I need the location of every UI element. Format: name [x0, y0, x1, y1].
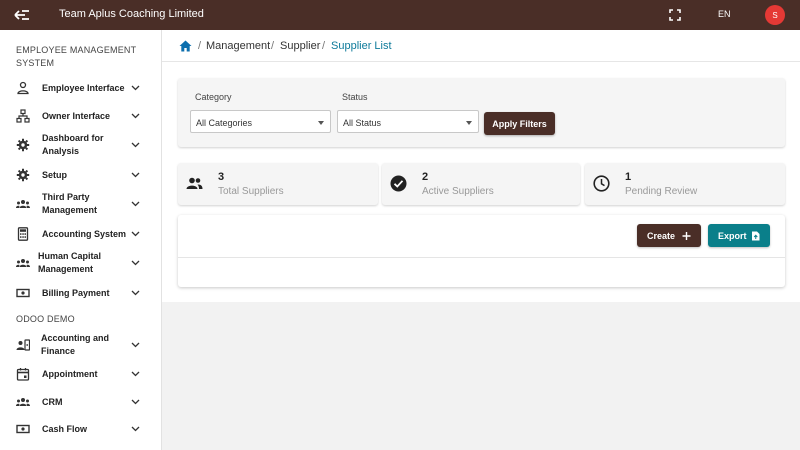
sidebar-item-cash-flow[interactable]: Cash Flow [0, 415, 161, 443]
category-select[interactable]: All Categories [190, 110, 331, 133]
apply-filters-button[interactable]: Apply Filters [484, 112, 555, 135]
cash-icon [16, 424, 30, 434]
breadcrumb: / Management / Supplier / Supplier List [162, 30, 800, 62]
avatar-initial: S [772, 10, 778, 20]
create-button-label: Create [647, 230, 676, 241]
export-button-label: Export [718, 230, 747, 241]
sidebar-item-label: Billing Payment [42, 288, 110, 298]
sidebar-item-label: Cash Flow [42, 424, 88, 434]
sidebar-item-label: Employee Interface [42, 83, 125, 93]
category-select-value: All Categories [196, 118, 253, 128]
dropdown-arrow-icon [466, 121, 472, 125]
group-icon [16, 398, 30, 406]
sidebar-item-label: Appointment [42, 369, 98, 379]
sidebar-item-accounting-system[interactable]: Accounting System [0, 220, 161, 248]
chevron-down-icon [131, 85, 140, 91]
filter-panel: Category All Categories Status All Statu… [178, 78, 785, 147]
status-select[interactable]: All Status [337, 110, 479, 133]
app-title: Team Aplus Coaching Limited [59, 8, 204, 20]
sidebar-item-crm[interactable]: CRM [0, 388, 161, 416]
breadcrumb-separator: / [271, 40, 275, 52]
sidebar-item-appointment[interactable]: Appointment [0, 360, 161, 388]
top-bar: Team Aplus Coaching Limited EN S [0, 0, 800, 30]
chevron-down-icon [131, 342, 140, 348]
sidebar-item-accounting-and-finance[interactable]: Accounting and Finance [0, 330, 161, 360]
back-menu-icon[interactable] [14, 8, 30, 22]
main-content: Category All Categories Status All Statu… [162, 62, 800, 302]
calculator-icon [17, 227, 29, 241]
sidebar-item-owner-interface[interactable]: Owner Interface [0, 102, 161, 130]
chevron-down-icon [131, 201, 140, 207]
chevron-down-icon [131, 371, 140, 377]
stat-value: 1 [625, 171, 632, 183]
group-icon [16, 200, 30, 208]
people-icon [186, 177, 203, 189]
sidebar-item-label: Third Party Management [42, 192, 98, 215]
stat-card-total-suppliers: 3 Total Suppliers [178, 163, 378, 205]
breadcrumb-separator: / [322, 40, 326, 52]
sidebar-item-label: Owner Interface [42, 111, 111, 121]
sidebar-item-label: Setup [42, 170, 68, 180]
sidebar-item-label: CRM [42, 397, 63, 407]
stat-card-active-suppliers: 2 Active Suppliers [382, 163, 580, 205]
calendar-icon [16, 368, 30, 381]
gear-icon [16, 138, 30, 152]
hierarchy-icon [16, 109, 30, 123]
stat-label: Pending Review [625, 186, 698, 197]
sidebar-item-setup[interactable]: Setup [0, 161, 161, 189]
stat-value: 2 [422, 171, 429, 183]
table-divider [178, 257, 785, 258]
sidebar-item-label: Accounting and Finance [41, 333, 109, 356]
sidebar-item-employee-interface[interactable]: Employee Interface [0, 74, 161, 102]
sidebar-item-third-party-management[interactable]: Third Party Management [0, 189, 161, 219]
home-icon[interactable] [179, 40, 192, 52]
sidebar-item-dashboard-for-analysis[interactable]: Dashboard for Analysis [0, 130, 161, 160]
file-export-icon [752, 231, 760, 241]
language-selector[interactable]: EN [718, 9, 731, 19]
sidebar-item-billing-payment[interactable]: Billing Payment [0, 279, 161, 307]
stat-label: Active Suppliers [422, 186, 494, 197]
sidebar-item-label: Accounting System [42, 229, 127, 239]
sidebar: EMPLOYEE MANAGEMENT SYSTEM Employee Inte… [0, 30, 162, 450]
breadcrumb-separator: / [198, 40, 202, 52]
chevron-down-icon [131, 260, 140, 266]
stat-card-pending-review: 1 Pending Review [585, 163, 785, 205]
breadcrumb-item-supplier-list: Supplier List [331, 40, 392, 52]
sidebar-section-title: EMPLOYEE MANAGEMENT SYSTEM [16, 45, 137, 68]
sidebar-item-label: Human Capital Management [38, 251, 102, 274]
status-label: Status [342, 92, 368, 102]
stat-label: Total Suppliers [218, 186, 284, 197]
contact-icon [16, 339, 30, 351]
gear-icon [16, 168, 30, 182]
clock-icon [593, 175, 610, 192]
category-label: Category [195, 92, 232, 102]
sidebar-item-human-capital-management[interactable]: Human Capital Management [0, 248, 161, 278]
sidebar-item-label: Dashboard for Analysis [42, 133, 104, 156]
chevron-down-icon [131, 113, 140, 119]
chevron-down-icon [131, 426, 140, 432]
person-icon [17, 81, 29, 95]
chevron-down-icon [131, 399, 140, 405]
status-select-value: All Status [343, 118, 382, 128]
supplier-table-card: Create Export [178, 215, 785, 287]
fullscreen-icon[interactable] [669, 9, 681, 21]
stat-value: 3 [218, 171, 225, 183]
chevron-down-icon [131, 290, 140, 296]
cash-icon [16, 288, 30, 298]
breadcrumb-item-supplier[interactable]: Supplier [280, 40, 320, 52]
group-icon [16, 259, 30, 267]
breadcrumb-item-management[interactable]: Management [206, 40, 270, 52]
user-avatar[interactable]: S [765, 5, 785, 25]
sidebar-section-title: ODOO DEMO [16, 314, 75, 324]
create-button[interactable]: Create [637, 224, 701, 247]
chevron-down-icon [131, 142, 140, 148]
chevron-down-icon [131, 172, 140, 178]
chevron-down-icon [131, 231, 140, 237]
dropdown-arrow-icon [318, 121, 324, 125]
plus-icon [682, 232, 691, 240]
check-circle-icon [390, 175, 407, 192]
export-button[interactable]: Export [708, 224, 770, 247]
